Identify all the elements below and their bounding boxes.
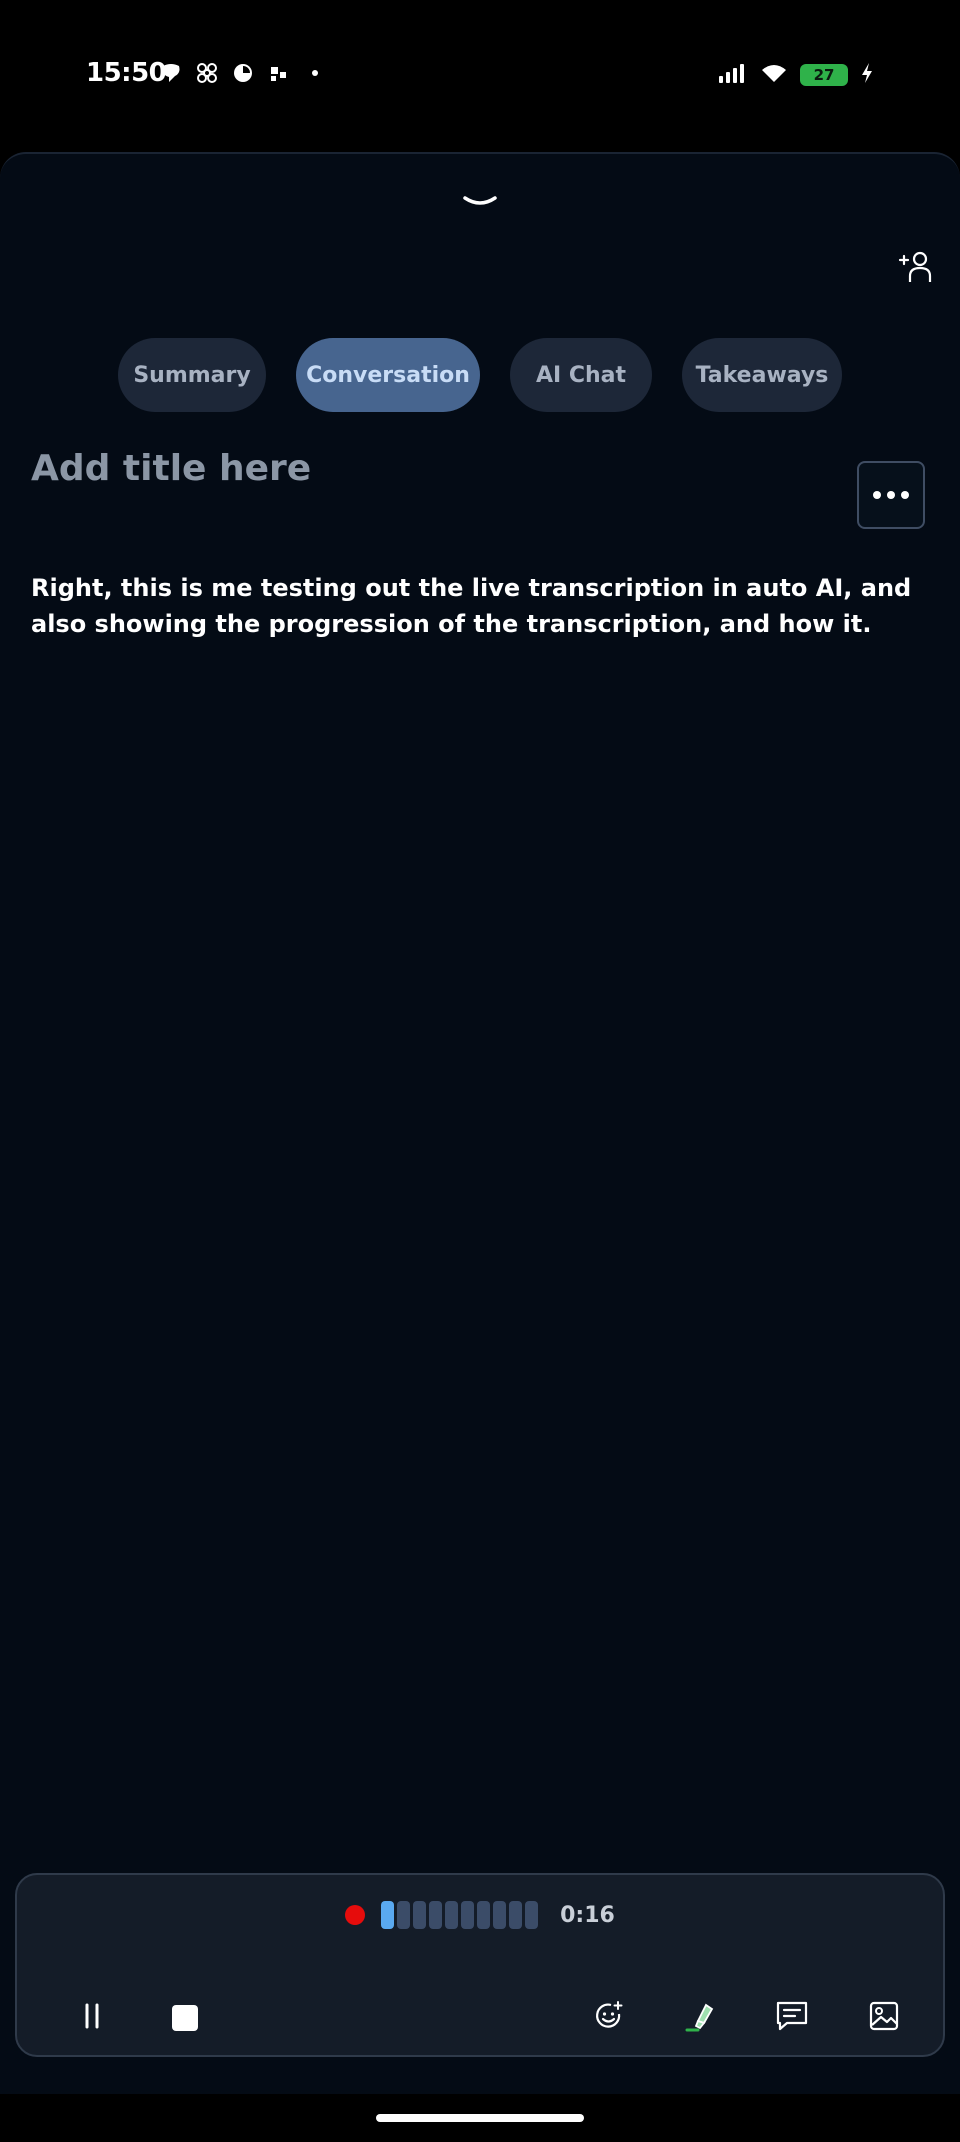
pause-icon <box>80 2002 104 2034</box>
tab-ai-chat[interactable]: AI Chat <box>510 338 652 412</box>
comment-button[interactable] <box>762 1988 822 2048</box>
more-dot-icon <box>873 491 881 499</box>
wifi-icon <box>760 62 788 88</box>
tab-label: Summary <box>133 362 251 388</box>
add-person-icon <box>897 250 933 288</box>
note-sheet: Summary Conversation AI Chat Takeaways A… <box>0 152 960 2094</box>
recording-panel: 0:16 <box>15 1873 945 2057</box>
tab-summary[interactable]: Summary <box>118 338 266 412</box>
chat-bubble-icon <box>160 62 182 88</box>
tab-conversation[interactable]: Conversation <box>296 338 480 412</box>
stop-button[interactable] <box>155 1988 215 2048</box>
audio-level-bar <box>413 1901 427 1929</box>
signal-icon <box>718 62 748 88</box>
add-image-button[interactable] <box>854 1988 914 2048</box>
audio-level-bar <box>445 1901 459 1929</box>
home-indicator[interactable] <box>376 2114 584 2122</box>
add-participant-button[interactable] <box>892 246 938 292</box>
collapse-button[interactable] <box>454 184 506 224</box>
audio-level-meter <box>381 1901 539 1929</box>
comment-icon <box>775 2000 809 2036</box>
transcript-text: Right, this is me testing out the live t… <box>31 574 912 638</box>
audio-level-bar <box>477 1901 491 1929</box>
stop-icon <box>172 2005 198 2031</box>
audio-level-bar <box>397 1901 411 1929</box>
more-options-button[interactable] <box>857 461 925 529</box>
pause-button[interactable] <box>62 1988 122 2048</box>
app-icon <box>268 62 290 88</box>
tab-label: Takeaways <box>695 362 829 388</box>
image-icon <box>868 2000 900 2036</box>
recording-elapsed-time: 0:16 <box>560 1902 615 1928</box>
status-time: 15:50 <box>86 58 167 88</box>
audio-level-bar <box>509 1901 523 1929</box>
audio-level-bar <box>493 1901 507 1929</box>
tab-label: AI Chat <box>535 362 627 388</box>
emoji-add-icon <box>593 2000 625 2036</box>
tab-bar: Summary Conversation AI Chat Takeaways <box>0 338 960 412</box>
recording-status: 0:16 <box>17 1895 943 1935</box>
battery-icon: 27 <box>800 64 848 86</box>
charging-bolt-icon <box>860 62 874 88</box>
more-dot-icon <box>304 62 326 88</box>
system-icons: 27 <box>718 62 874 88</box>
timer-icon <box>232 62 254 88</box>
audio-level-bar <box>429 1901 443 1929</box>
add-reaction-button[interactable] <box>579 1988 639 2048</box>
status-bar: 15:50 27 <box>0 0 960 152</box>
chevron-down-icon <box>462 194 498 214</box>
title-input[interactable]: Add title here <box>31 448 311 489</box>
more-dot-icon <box>887 491 895 499</box>
highlighter-icon <box>684 1999 718 2037</box>
more-dot-icon <box>901 491 909 499</box>
battery-level: 27 <box>813 66 835 84</box>
notification-icons <box>160 62 326 88</box>
audio-level-bar <box>525 1901 539 1929</box>
fan-icon <box>196 62 218 88</box>
audio-level-bar <box>381 1901 395 1929</box>
tab-takeaways[interactable]: Takeaways <box>682 338 842 412</box>
recording-indicator-icon <box>345 1905 366 1925</box>
highlight-button[interactable] <box>671 1988 731 2048</box>
audio-level-bar <box>461 1901 475 1929</box>
tab-label: Conversation <box>306 362 470 388</box>
